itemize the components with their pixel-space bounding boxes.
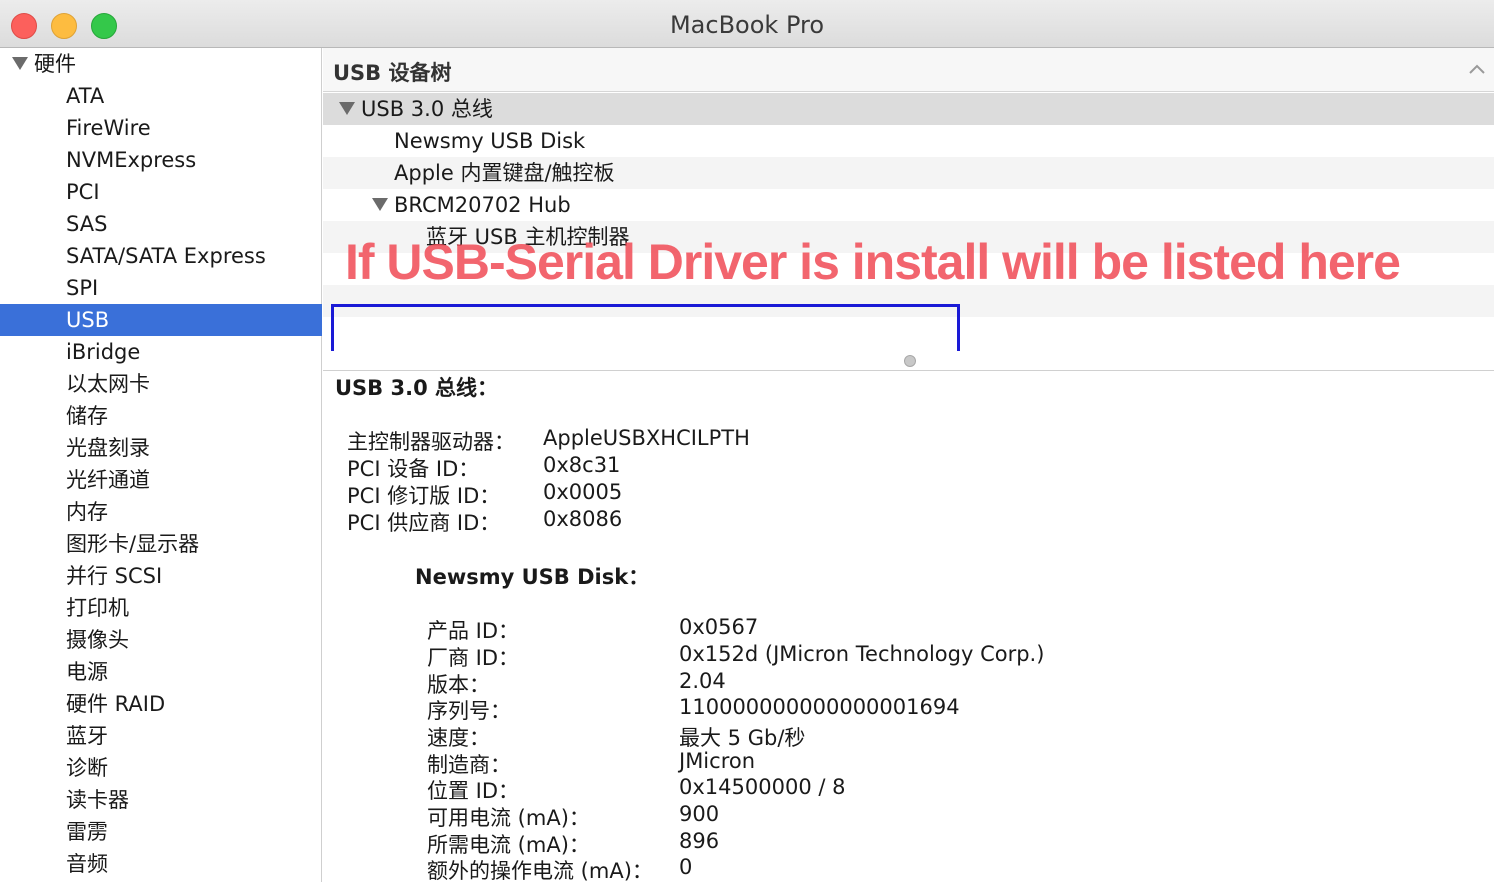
- property-value: 0x8c31: [543, 453, 621, 477]
- title-bar: MacBook Pro: [0, 0, 1494, 48]
- main-pane: USB 设备树 USB 3.0 总线 Newsmy USB Disk Apple…: [323, 48, 1494, 882]
- property-key: 额外的操作电流 (mA)：: [427, 859, 653, 882]
- sidebar-item-storage[interactable]: 储存: [0, 400, 322, 432]
- tree-row-label: USB 3.0 总线: [361, 97, 493, 121]
- split-view-divider[interactable]: [323, 351, 1494, 371]
- property-value: 896: [679, 829, 720, 853]
- property-key: 主控制器驱动器：: [347, 430, 515, 454]
- property-key: 产品 ID：: [427, 619, 520, 643]
- sidebar-item-nvmexpress[interactable]: NVMExpress: [0, 144, 322, 176]
- property-value: 110000000000000001694: [679, 695, 960, 719]
- sidebar: 硬件 ATA FireWire NVMExpress PCI SAS SATA/…: [0, 48, 322, 882]
- sidebar-item-card-reader[interactable]: 读卡器: [0, 784, 322, 816]
- sidebar-item-usb[interactable]: USB: [0, 304, 322, 336]
- pane-header: USB 设备树: [323, 48, 1494, 92]
- sidebar-item-ethernet[interactable]: 以太网卡: [0, 368, 322, 400]
- sidebar-item-spi[interactable]: SPI: [0, 272, 322, 304]
- property-key: PCI 修订版 ID：: [347, 484, 501, 508]
- tree-row-label: BRCM20702 Hub: [394, 193, 571, 217]
- property-value: 0x14500000 / 8: [679, 775, 846, 799]
- details-panel: USB 3.0 总线： 主控制器驱动器： AppleUSBXHCILPTH PC…: [323, 372, 1494, 882]
- split-handle-icon[interactable]: [904, 355, 916, 367]
- sidebar-item-firewire[interactable]: FireWire: [0, 112, 322, 144]
- sidebar-item-camera[interactable]: 摄像头: [0, 624, 322, 656]
- sidebar-item-printers[interactable]: 打印机: [0, 592, 322, 624]
- disclosure-triangle-icon[interactable]: [12, 57, 28, 70]
- sidebar-group-hardware[interactable]: 硬件: [0, 48, 322, 80]
- property-key: PCI 设备 ID：: [347, 457, 480, 481]
- window-title: MacBook Pro: [669, 11, 825, 39]
- sidebar-item-diagnostics[interactable]: 诊断: [0, 752, 322, 784]
- sidebar-item-fibre-channel[interactable]: 光纤通道: [0, 464, 322, 496]
- sidebar-item-parallel-scsi[interactable]: 并行 SCSI: [0, 560, 322, 592]
- usb-device-tree: USB 3.0 总线 Newsmy USB Disk Apple 内置键盘/触控…: [323, 93, 1494, 351]
- property-value: 最大 5 Gb/秒: [679, 726, 806, 750]
- property-value: 2.04: [679, 669, 726, 693]
- disclosure-triangle-icon[interactable]: [372, 198, 388, 211]
- sidebar-item-thunderbolt[interactable]: 雷雳: [0, 816, 322, 848]
- sidebar-item-sata[interactable]: SATA/SATA Express: [0, 240, 322, 272]
- property-key: 速度：: [427, 726, 490, 750]
- sidebar-item-bluetooth[interactable]: 蓝牙: [0, 720, 322, 752]
- sidebar-item-hardware-raid[interactable]: 硬件 RAID: [0, 688, 322, 720]
- sidebar-item-memory[interactable]: 内存: [0, 496, 322, 528]
- device-details-heading: Newsmy USB Disk：: [415, 565, 650, 589]
- pane-title: USB 设备树: [333, 61, 452, 85]
- property-key: PCI 供应商 ID：: [347, 511, 501, 535]
- property-value: JMicron: [679, 749, 756, 773]
- sidebar-item-audio[interactable]: 音频: [0, 848, 322, 880]
- tree-row-apple-keyboard[interactable]: Apple 内置键盘/触控板: [323, 157, 1494, 189]
- property-key: 可用电流 (mA)：: [427, 806, 590, 830]
- property-key: 序列号：: [427, 699, 511, 723]
- annotation-highlight-box: [331, 304, 960, 351]
- sidebar-item-disc-burning[interactable]: 光盘刻录: [0, 432, 322, 464]
- property-value: 0x152d (JMicron Technology Corp.): [679, 642, 1045, 666]
- sidebar-item-power[interactable]: 电源: [0, 656, 322, 688]
- property-value: 900: [679, 802, 720, 826]
- property-key: 位置 ID：: [427, 779, 520, 803]
- bus-details-heading: USB 3.0 总线：: [335, 376, 499, 400]
- property-value: 0x8086: [543, 507, 623, 531]
- tree-row-brcm-hub[interactable]: BRCM20702 Hub: [323, 189, 1494, 221]
- disclosure-triangle-icon[interactable]: [339, 102, 355, 115]
- sidebar-item-graphics[interactable]: 图形卡/显示器: [0, 528, 322, 560]
- property-key: 厂商 ID：: [427, 646, 520, 670]
- tree-row-usb-bus[interactable]: USB 3.0 总线: [323, 93, 1494, 125]
- sidebar-group-label: 硬件: [34, 52, 76, 76]
- sidebar-item-ata[interactable]: ATA: [0, 80, 322, 112]
- property-value: AppleUSBXHCILPTH: [543, 426, 750, 450]
- property-value: 0x0567: [679, 615, 759, 639]
- sidebar-item-ibridge[interactable]: iBridge: [0, 336, 322, 368]
- sidebar-item-sas[interactable]: SAS: [0, 208, 322, 240]
- tree-row-newsmy-disk[interactable]: Newsmy USB Disk: [323, 125, 1494, 157]
- sidebar-item-pci[interactable]: PCI: [0, 176, 322, 208]
- annotation-overlay-text: If USB-Serial Driver is install will be …: [345, 234, 1401, 290]
- chevron-up-icon[interactable]: [1466, 58, 1488, 80]
- property-value: 0x0005: [543, 480, 623, 504]
- property-value: 0: [679, 855, 693, 879]
